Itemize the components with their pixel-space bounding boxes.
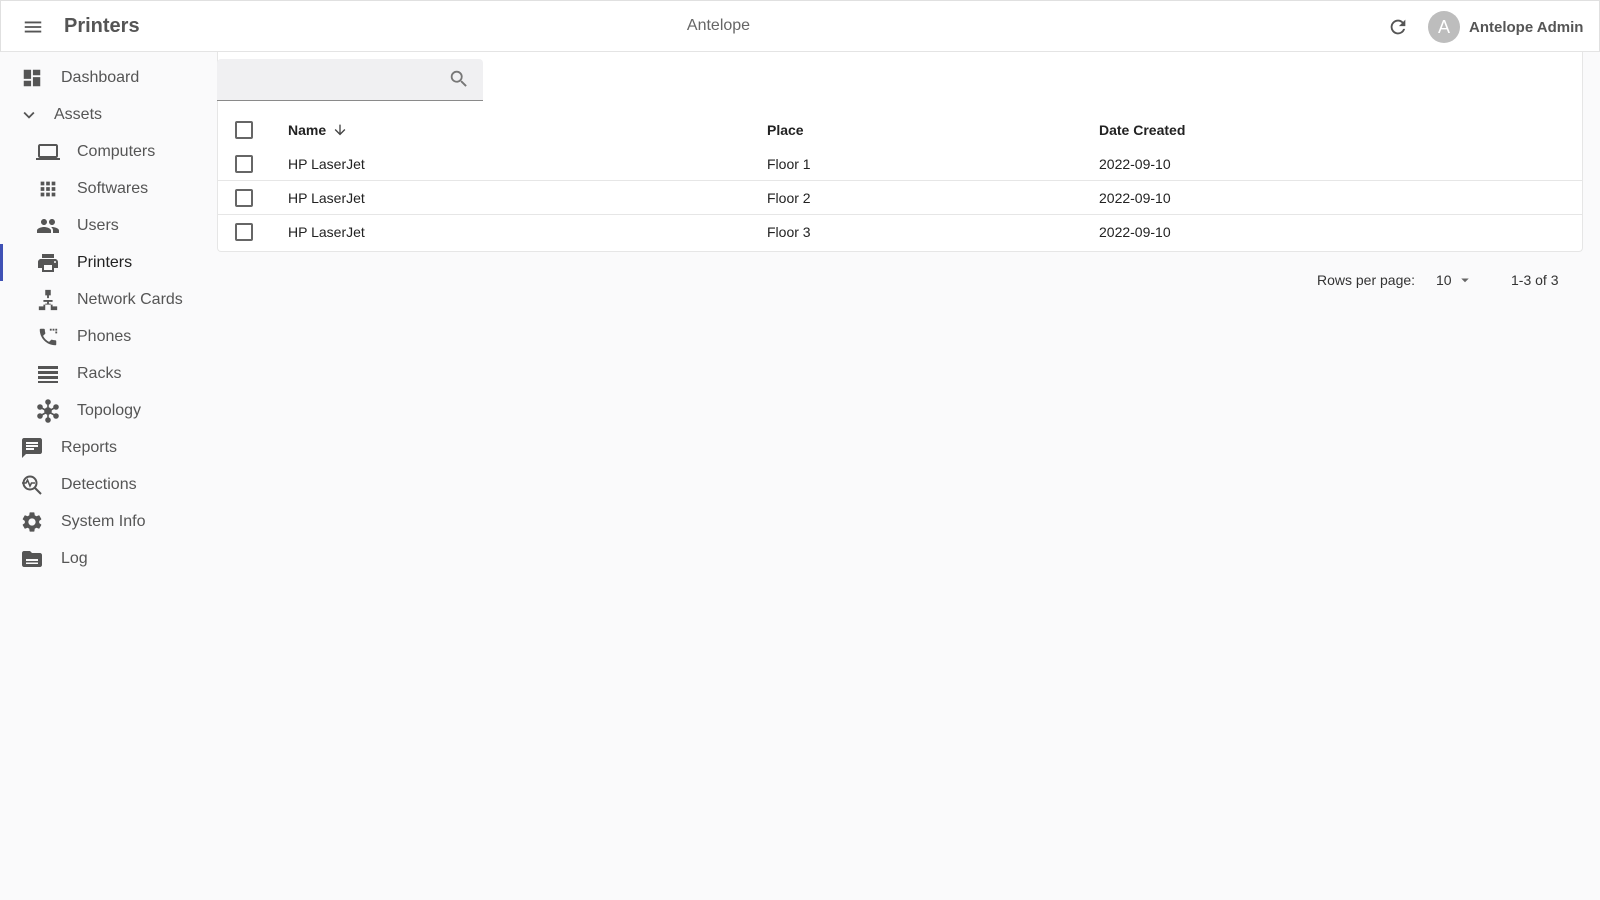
sidebar-item-softwares[interactable]: Softwares xyxy=(0,170,215,207)
sidebar-item-label: Detections xyxy=(61,475,137,493)
user-menu[interactable]: A Antelope Admin xyxy=(1428,10,1583,44)
cell-name: HP LaserJet xyxy=(288,224,365,240)
refresh-icon xyxy=(1390,19,1406,35)
chevron-down-icon xyxy=(17,103,41,127)
sidebar-item-assets[interactable]: Assets xyxy=(0,96,215,133)
sidebar-item-topology[interactable]: Topology xyxy=(0,392,215,429)
sidebar-item-computers[interactable]: Computers xyxy=(0,133,215,170)
cell-place: Floor 3 xyxy=(767,224,811,240)
app-bar: Printers Antelope A Antelope Admin xyxy=(0,0,1600,52)
sidebar-item-label: System Info xyxy=(61,512,146,530)
row-checkbox[interactable] xyxy=(235,154,253,173)
sidebar-item-label: Phones xyxy=(77,327,132,345)
cell-name: HP LaserJet xyxy=(288,189,365,206)
user-name: Antelope Admin xyxy=(1469,18,1584,36)
sidebar-item-racks[interactable]: Racks xyxy=(0,355,215,392)
rows-per-page-value: 10 xyxy=(1436,272,1452,288)
sidebar-item-label: Assets xyxy=(54,105,103,123)
sidebar-item-label: Computers xyxy=(77,142,156,160)
laptop-icon xyxy=(36,140,60,164)
cell-place: Floor 2 xyxy=(767,189,811,206)
select-all-checkbox[interactable] xyxy=(235,121,253,139)
sidebar: Dashboard Assets Computers Softwares Use… xyxy=(0,52,215,587)
column-header-date-created[interactable]: Date Created xyxy=(1099,113,1185,147)
cell-date-created: 2022-09-10 xyxy=(1099,155,1171,172)
sidebar-item-dashboard[interactable]: Dashboard xyxy=(0,59,215,96)
sidebar-item-label: Users xyxy=(77,216,119,234)
refresh-button[interactable] xyxy=(1384,13,1412,41)
sidebar-item-printers[interactable]: Printers xyxy=(0,244,215,281)
sidebar-item-detections[interactable]: Detections xyxy=(0,466,215,503)
column-header-place[interactable]: Place xyxy=(767,113,804,147)
cell-place: Floor 1 xyxy=(767,155,811,172)
sidebar-item-log[interactable]: Log xyxy=(0,540,215,577)
dropdown-arrow-icon xyxy=(1460,278,1469,283)
table-row[interactable]: HP LaserJet Floor 3 2022-09-10 xyxy=(217,215,1583,249)
row-checkbox[interactable] xyxy=(235,188,253,207)
network-icon xyxy=(36,288,60,312)
sidebar-item-label: Network Cards xyxy=(77,290,183,308)
sidebar-item-label: Dashboard xyxy=(61,68,140,86)
cell-name: HP LaserJet xyxy=(288,155,365,172)
search-box xyxy=(217,59,483,101)
pagination-range: 1-3 of 3 xyxy=(1511,272,1559,288)
sidebar-item-label: Racks xyxy=(77,364,122,382)
sidebar-item-label: Printers xyxy=(77,253,133,271)
table-row[interactable]: HP LaserJet Floor 2 2022-09-10 xyxy=(217,181,1583,215)
sidebar-item-reports[interactable]: Reports xyxy=(0,429,215,466)
table-row[interactable]: HP LaserJet Floor 1 2022-09-10 xyxy=(217,147,1583,181)
rack-list-icon xyxy=(36,362,60,386)
row-checkbox[interactable] xyxy=(235,223,253,241)
apps-grid-icon xyxy=(36,177,60,201)
search-icon[interactable] xyxy=(448,68,472,92)
rows-per-page-label: Rows per page: xyxy=(1317,272,1416,288)
report-chat-icon xyxy=(20,436,44,460)
printer-icon xyxy=(36,251,60,275)
sidebar-item-users[interactable]: Users xyxy=(0,207,215,244)
sidebar-item-phones[interactable]: Phones xyxy=(0,318,215,355)
sidebar-item-label: Topology xyxy=(77,401,142,419)
sort-arrow-down-icon xyxy=(332,122,348,138)
sidebar-item-system-info[interactable]: System Info xyxy=(0,503,215,540)
table-header: Name Place Date Created xyxy=(217,113,1583,147)
detection-search-icon xyxy=(20,473,44,497)
people-icon xyxy=(36,214,60,238)
dashboard-icon xyxy=(20,66,44,90)
cell-date-created: 2022-09-10 xyxy=(1099,224,1171,240)
topology-icon xyxy=(36,398,60,423)
rows-per-page-select[interactable]: 10 xyxy=(1436,268,1474,292)
gear-icon xyxy=(20,510,44,534)
avatar: A xyxy=(1428,11,1460,43)
search-input[interactable] xyxy=(229,69,429,91)
folder-icon xyxy=(20,547,44,571)
cell-date-created: 2022-09-10 xyxy=(1099,189,1171,206)
brand-name: Antelope xyxy=(686,17,751,34)
sidebar-item-label: Softwares xyxy=(77,179,149,197)
column-header-name[interactable]: Name xyxy=(288,113,348,147)
phone-icon xyxy=(36,325,60,349)
sidebar-item-network-cards[interactable]: Network Cards xyxy=(0,281,215,318)
sidebar-item-label: Reports xyxy=(61,438,118,456)
sidebar-item-label: Log xyxy=(61,549,88,567)
